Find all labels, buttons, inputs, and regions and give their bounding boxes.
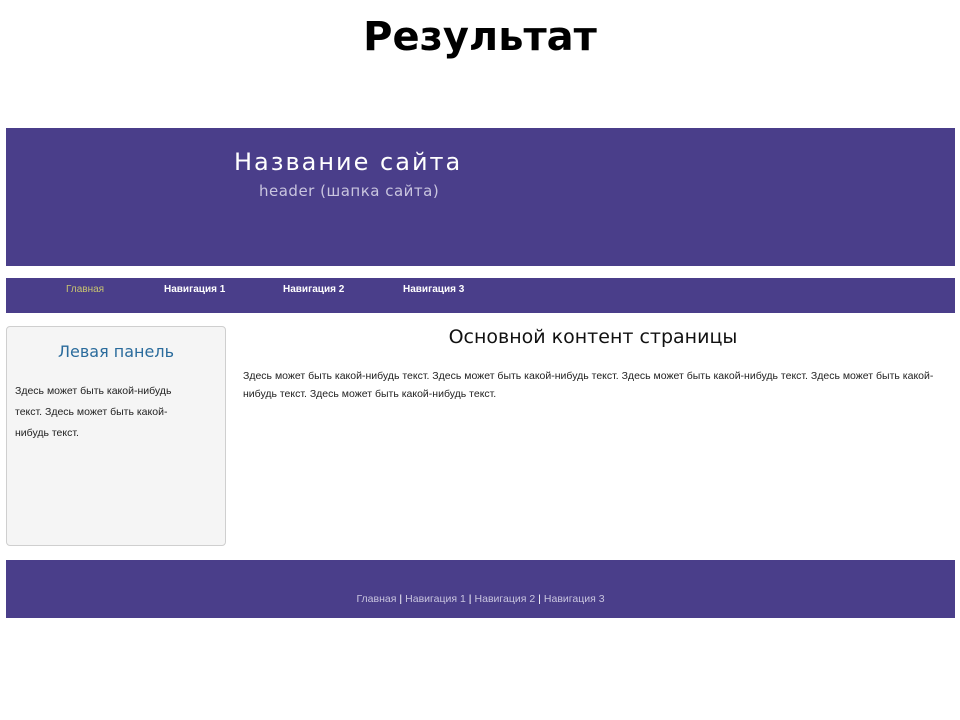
left-panel-title: Левая панель — [57, 342, 175, 361]
footer-links: Главная | Навигация 1 | Навигация 2 | Навигаци… — [6, 593, 955, 605]
nav-item-1[interactable]: Навигация 1 — [164, 284, 225, 295]
site-header: Название сайта header (шапка сайта) — [6, 128, 955, 266]
nav-item-2[interactable]: Навигация 2 — [283, 284, 344, 295]
nav-item-3[interactable]: Навигация 3 — [403, 284, 464, 295]
site-name: Название сайта — [234, 148, 463, 176]
footer-separator: | — [399, 593, 403, 605]
site-footer: Главная | Навигация 1 | Навигация 2 | Навигаци… — [6, 560, 955, 618]
left-panel-text: Здесь может быть какой-нибудь текст. Зде… — [15, 385, 172, 439]
header-subtitle: header (шапка сайта) — [259, 182, 440, 200]
main-content-title: Основной контент страницы — [448, 326, 738, 348]
nav-bar: Главная Навигация 1 Навигация 2 Навигаци… — [6, 278, 955, 313]
footer-separator: | — [538, 593, 541, 605]
left-panel: Левая панель Здесь может быть какой-нибу… — [6, 326, 226, 546]
footer-link-2[interactable]: Навигация 2 — [475, 593, 536, 605]
main-content-text: Здесь может быть какой-нибудь текст. Зде… — [243, 370, 934, 400]
footer-link-3[interactable]: Навигация 3 — [544, 593, 605, 605]
footer-link-home[interactable]: Главная — [356, 593, 396, 605]
nav-item-home[interactable]: Главная — [66, 284, 104, 295]
footer-separator: | — [468, 593, 472, 605]
slide-title: Результат — [363, 14, 597, 60]
footer-link-1[interactable]: Навигация 1 — [405, 593, 466, 605]
